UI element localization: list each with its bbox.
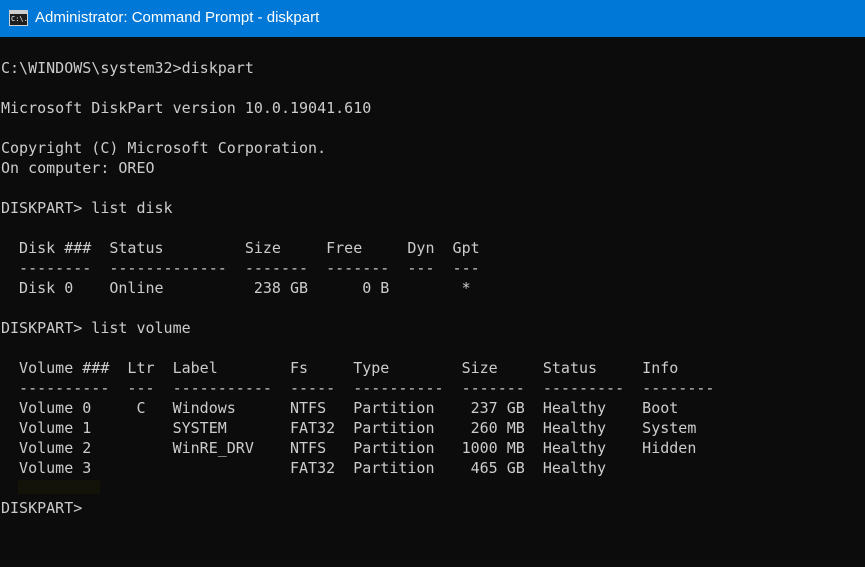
console-line: Volume ### Ltr Label Fs Type Size Status… (1, 359, 679, 377)
console-line: -------- ------------- ------- ------- -… (1, 259, 480, 277)
title-bar[interactable]: C:\. Administrator: Command Prompt - dis… (0, 0, 865, 37)
selection-artifact (18, 480, 100, 494)
console-line: On computer: OREO (1, 159, 155, 177)
icon-title-strip (10, 11, 27, 14)
console-line: Disk 0 Online 238 GB 0 B * (1, 279, 471, 297)
console-line: C:\WINDOWS\system32>diskpart (1, 59, 254, 77)
console-line: Microsoft DiskPart version 10.0.19041.61… (1, 99, 372, 117)
command-prompt-icon: C:\. (9, 10, 28, 26)
icon-prompt-text: C:\. (11, 15, 28, 23)
console-line: DISKPART> list volume (1, 319, 191, 337)
console-line: Volume 0 C Windows NTFS Partition 237 GB… (1, 399, 679, 417)
window-title: Administrator: Command Prompt - diskpart (35, 9, 320, 26)
console-line: Disk ### Status Size Free Dyn Gpt (1, 239, 480, 257)
console-line: DISKPART> list disk (1, 199, 173, 217)
console-line: DISKPART> (1, 499, 83, 517)
console-line: ---------- --- ----------- ----- -------… (1, 379, 715, 397)
command-prompt-window: C:\. Administrator: Command Prompt - dis… (0, 0, 865, 567)
console-output[interactable]: C:\WINDOWS\system32>diskpart Microsoft Di… (1, 58, 714, 518)
console-line: Volume 3 FAT32 Partition 465 GB Healthy (1, 459, 607, 477)
console-line: Volume 2 WinRE_DRV NTFS Partition 1000 M… (1, 439, 697, 457)
console-line: Copyright (C) Microsoft Corporation. (1, 139, 327, 157)
console-line: Volume 1 SYSTEM FAT32 Partition 260 MB H… (1, 419, 697, 437)
